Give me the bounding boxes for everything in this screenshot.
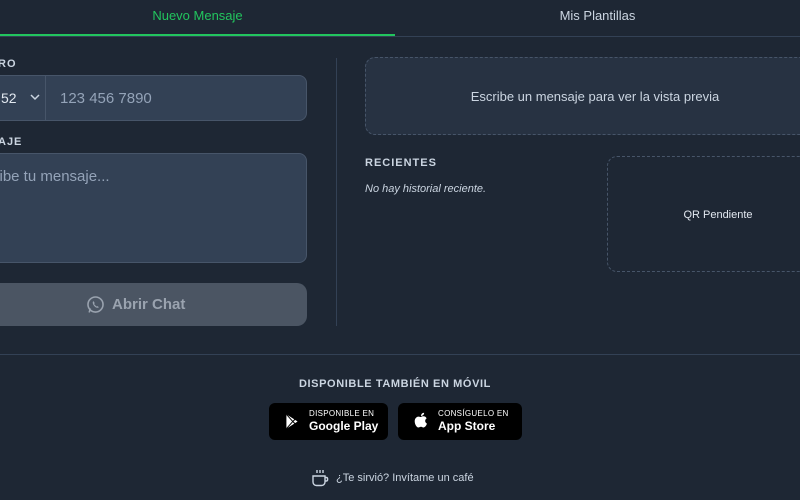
preview-placeholder: Escribe un mensaje para ver la vista pre… <box>470 89 720 104</box>
google-play-badge[interactable]: DISPONIBLE EN Google Play <box>269 403 388 440</box>
google-play-big: Google Play <box>309 419 379 433</box>
tab-bar: Nuevo Mensaje Mis Plantillas <box>0 0 800 37</box>
number-label: RO <box>0 58 17 70</box>
app-store-badge[interactable]: CONSÍGUELO EN App Store <box>398 403 522 440</box>
message-label: AJE <box>0 136 23 148</box>
section-divider <box>0 354 800 355</box>
coffee-cup-icon <box>312 470 329 487</box>
phone-input[interactable] <box>46 76 296 120</box>
apple-icon <box>414 412 427 428</box>
google-play-small: DISPONIBLE EN <box>309 409 375 418</box>
whatsapp-icon <box>87 296 104 313</box>
country-code-select[interactable]: 52 <box>0 76 46 120</box>
buy-coffee-text: ¿Te sirvió? Invítame un café <box>336 472 474 484</box>
google-play-icon <box>286 413 298 430</box>
app-store-small: CONSÍGUELO EN <box>438 409 509 418</box>
recent-empty-text: No hay historial reciente. <box>365 183 487 195</box>
phone-field: 52 <box>0 75 307 121</box>
open-chat-button[interactable]: Abrir Chat <box>0 283 307 326</box>
column-divider <box>336 58 337 326</box>
qr-status: QR Pendiente <box>683 209 753 221</box>
app-store-big: App Store <box>438 419 496 433</box>
country-code-value: 52 <box>1 90 17 106</box>
chevron-down-icon <box>30 94 40 101</box>
message-input[interactable] <box>0 154 306 262</box>
qr-placeholder: QR Pendiente <box>607 156 800 272</box>
tab-new-message[interactable]: Nuevo Mensaje <box>0 0 395 36</box>
message-field <box>0 153 307 263</box>
message-preview: Escribe un mensaje para ver la vista pre… <box>365 57 800 135</box>
mobile-title: DISPONIBLE TAMBIÉN EN MÓVIL <box>298 378 491 390</box>
tab-my-templates[interactable]: Mis Plantillas <box>395 0 800 34</box>
open-chat-label: Abrir Chat <box>112 296 186 313</box>
recent-title: RECIENTES <box>365 157 437 169</box>
